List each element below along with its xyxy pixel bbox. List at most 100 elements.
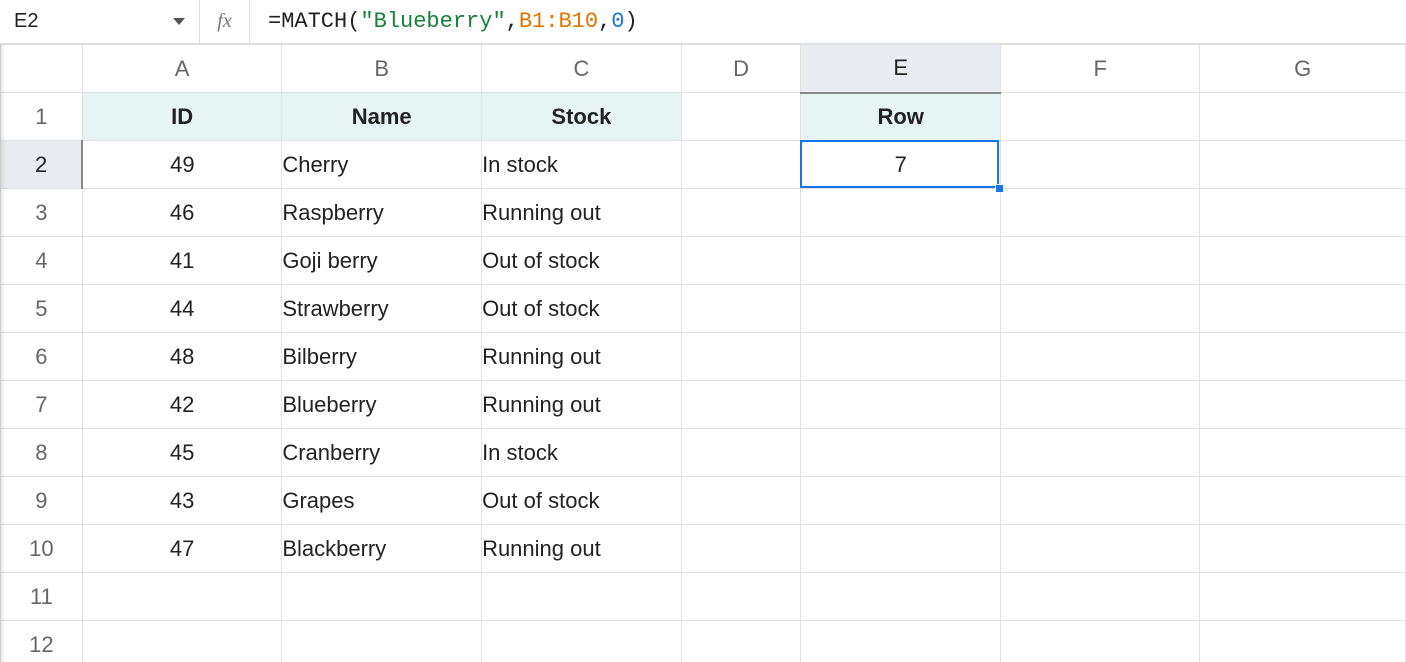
row-header-6[interactable]: 6 [1,333,83,381]
cell-C11[interactable] [482,573,682,621]
cell-C10[interactable]: Running out [482,525,682,573]
row-header-2[interactable]: 2 [1,141,83,189]
cell-D3[interactable] [681,189,801,237]
name-box[interactable]: E2 [0,0,200,43]
cell-G8[interactable] [1200,429,1406,477]
fx-icon[interactable]: fx [200,0,250,43]
cell-C1[interactable]: Stock [482,93,682,141]
cell-E8[interactable] [801,429,1001,477]
cell-C9[interactable]: Out of stock [482,477,682,525]
row-header-8[interactable]: 8 [1,429,83,477]
cell-F4[interactable] [1000,237,1199,285]
cell-C4[interactable]: Out of stock [482,237,682,285]
cell-B11[interactable] [282,573,482,621]
cell-A9[interactable]: 43 [82,477,282,525]
column-header-A[interactable]: A [82,45,282,93]
cell-F10[interactable] [1000,525,1199,573]
cell-B9[interactable]: Grapes [282,477,482,525]
cell-F2[interactable] [1000,141,1199,189]
cell-B2[interactable]: Cherry [282,141,482,189]
row-header-9[interactable]: 9 [1,477,83,525]
cell-B3[interactable]: Raspberry [282,189,482,237]
row-header-10[interactable]: 10 [1,525,83,573]
cell-F8[interactable] [1000,429,1199,477]
column-header-F[interactable]: F [1000,45,1199,93]
cell-C3[interactable]: Running out [482,189,682,237]
column-header-E[interactable]: E [801,45,1001,93]
cell-C2[interactable]: In stock [482,141,682,189]
cell-A4[interactable]: 41 [82,237,282,285]
cell-B8[interactable]: Cranberry [282,429,482,477]
column-header-D[interactable]: D [681,45,801,93]
row-header-1[interactable]: 1 [1,93,83,141]
cell-D9[interactable] [681,477,801,525]
cell-E6[interactable] [801,333,1001,381]
cell-C6[interactable]: Running out [482,333,682,381]
cell-A8[interactable]: 45 [82,429,282,477]
cell-A11[interactable] [82,573,282,621]
cell-D2[interactable] [681,141,801,189]
row-header-7[interactable]: 7 [1,381,83,429]
cell-E1[interactable]: Row [801,93,1001,141]
cell-A2[interactable]: 49 [82,141,282,189]
cell-E3[interactable] [801,189,1001,237]
cell-G3[interactable] [1200,189,1406,237]
cell-F1[interactable] [1000,93,1199,141]
cell-A1[interactable]: ID [82,93,282,141]
cell-D11[interactable] [681,573,801,621]
cell-F3[interactable] [1000,189,1199,237]
row-header-5[interactable]: 5 [1,285,83,333]
cell-A7[interactable]: 42 [82,381,282,429]
selection-fill-handle[interactable] [995,184,1004,193]
cell-B7[interactable]: Blueberry [282,381,482,429]
cell-F11[interactable] [1000,573,1199,621]
cell-D8[interactable] [681,429,801,477]
cell-C12[interactable] [482,621,682,662]
cell-D10[interactable] [681,525,801,573]
cell-G1[interactable] [1200,93,1406,141]
cell-E2[interactable]: 7 [801,141,1001,189]
cell-B4[interactable]: Goji berry [282,237,482,285]
cell-G2[interactable] [1200,141,1406,189]
dropdown-icon[interactable] [173,18,185,25]
cell-E10[interactable] [801,525,1001,573]
spreadsheet-grid[interactable]: ABCDEFG 1IDNameStockRow249CherryIn stock… [0,44,1406,662]
row-header-4[interactable]: 4 [1,237,83,285]
cell-C8[interactable]: In stock [482,429,682,477]
cell-C7[interactable]: Running out [482,381,682,429]
cell-E11[interactable] [801,573,1001,621]
column-header-C[interactable]: C [482,45,682,93]
cell-G11[interactable] [1200,573,1406,621]
cell-A10[interactable]: 47 [82,525,282,573]
cell-F12[interactable] [1000,621,1199,662]
cell-G9[interactable] [1200,477,1406,525]
cell-F7[interactable] [1000,381,1199,429]
cell-F5[interactable] [1000,285,1199,333]
cell-B10[interactable]: Blackberry [282,525,482,573]
cell-G12[interactable] [1200,621,1406,662]
cell-D12[interactable] [681,621,801,662]
cell-E7[interactable] [801,381,1001,429]
cell-F6[interactable] [1000,333,1199,381]
cell-A12[interactable] [82,621,282,662]
cell-D1[interactable] [681,93,801,141]
cell-C5[interactable]: Out of stock [482,285,682,333]
cell-E5[interactable] [801,285,1001,333]
row-header-11[interactable]: 11 [1,573,83,621]
cell-F9[interactable] [1000,477,1199,525]
cell-G5[interactable] [1200,285,1406,333]
cell-G6[interactable] [1200,333,1406,381]
cell-D7[interactable] [681,381,801,429]
cell-D4[interactable] [681,237,801,285]
cell-A5[interactable]: 44 [82,285,282,333]
formula-input[interactable]: =MATCH("Blueberry",B1:B10,0) [250,9,1406,34]
cell-D6[interactable] [681,333,801,381]
cell-E9[interactable] [801,477,1001,525]
row-header-12[interactable]: 12 [1,621,83,662]
cell-B6[interactable]: Bilberry [282,333,482,381]
cell-A3[interactable]: 46 [82,189,282,237]
column-header-B[interactable]: B [282,45,482,93]
cell-B5[interactable]: Strawberry [282,285,482,333]
cell-E4[interactable] [801,237,1001,285]
column-header-G[interactable]: G [1200,45,1406,93]
